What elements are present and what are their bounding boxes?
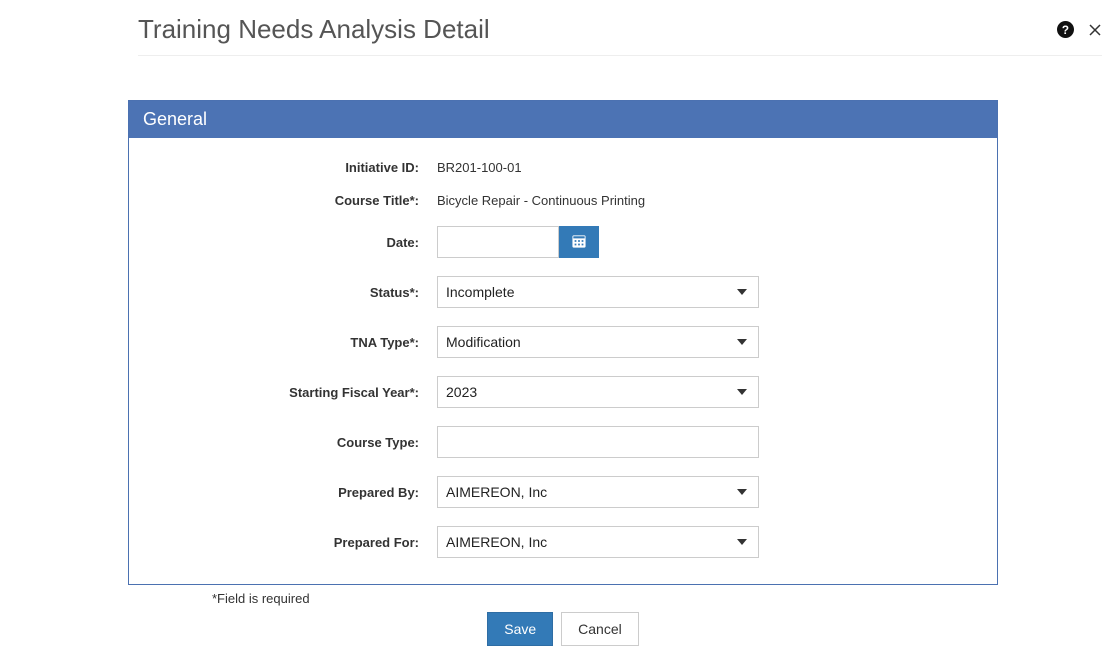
date-label: Date: xyxy=(157,235,437,250)
status-select[interactable]: Incomplete xyxy=(437,276,759,308)
date-picker-button[interactable] xyxy=(559,226,599,258)
prepared-for-select[interactable]: AIMEREON, Inc xyxy=(437,526,759,558)
course-type-input[interactable] xyxy=(437,426,759,458)
course-title-label: Course Title*: xyxy=(157,193,437,208)
course-title-value: Bicycle Repair - Continuous Printing xyxy=(437,193,645,208)
tna-type-select[interactable]: Modification xyxy=(437,326,759,358)
svg-text:?: ? xyxy=(1061,24,1068,37)
course-type-label: Course Type: xyxy=(157,435,437,450)
initiative-id-value: BR201-100-01 xyxy=(437,160,522,175)
date-input[interactable] xyxy=(437,226,559,258)
fiscal-year-label: Starting Fiscal Year*: xyxy=(157,385,437,400)
page-title: Training Needs Analysis Detail xyxy=(138,14,490,45)
save-button[interactable]: Save xyxy=(487,612,553,646)
fiscal-year-select[interactable]: 2023 xyxy=(437,376,759,408)
header-divider xyxy=(138,55,1102,56)
status-label: Status*: xyxy=(157,285,437,300)
close-icon[interactable] xyxy=(1088,23,1102,37)
prepared-by-select[interactable]: AIMEREON, Inc xyxy=(437,476,759,508)
calendar-icon xyxy=(572,234,586,251)
required-field-note: *Field is required xyxy=(212,591,998,606)
general-panel: General Initiative ID: BR201-100-01 Cour… xyxy=(128,100,998,585)
prepared-for-label: Prepared For: xyxy=(157,535,437,550)
help-icon[interactable]: ? xyxy=(1056,21,1074,39)
panel-heading: General xyxy=(129,101,997,138)
tna-type-label: TNA Type*: xyxy=(157,335,437,350)
cancel-button[interactable]: Cancel xyxy=(561,612,639,646)
prepared-by-label: Prepared By: xyxy=(157,485,437,500)
initiative-id-label: Initiative ID: xyxy=(157,160,437,175)
